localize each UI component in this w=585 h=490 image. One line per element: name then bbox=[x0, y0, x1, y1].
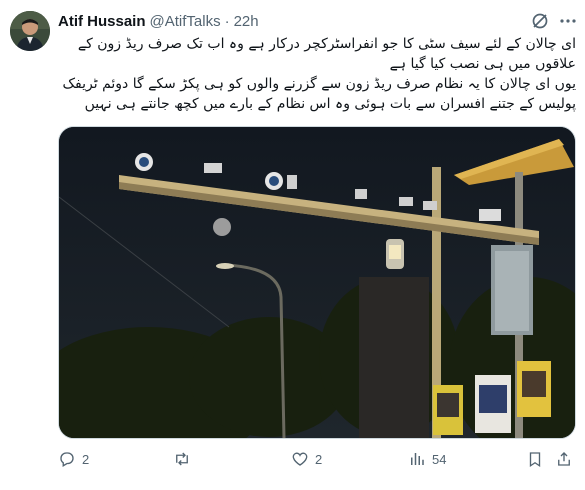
more-icon[interactable] bbox=[558, 11, 578, 31]
author-name[interactable]: Atif Hussain bbox=[58, 13, 146, 30]
tweet-text-line: پولیس کے جتنے افسران سے بات ہوئی وہ اس ن… bbox=[84, 96, 576, 112]
tweet-header: Atif Hussain @AtifTalks · 22h bbox=[58, 10, 259, 32]
retweet-button[interactable] bbox=[173, 446, 197, 472]
author-handle[interactable]: @AtifTalks bbox=[150, 13, 221, 30]
tweet-time[interactable]: 22h bbox=[234, 13, 259, 30]
tweet-text-line: ای چالان کے لئے سیف سٹی کا جو انفراسٹرکچ… bbox=[77, 36, 576, 52]
heart-icon bbox=[292, 452, 308, 466]
reply-button[interactable]: 2 bbox=[58, 446, 89, 472]
bookmark-button[interactable] bbox=[526, 446, 544, 472]
tweet[interactable]: Atif Hussain @AtifTalks · 22h ای چالان ک… bbox=[0, 0, 585, 490]
views-icon bbox=[411, 453, 424, 465]
share-icon bbox=[558, 452, 570, 466]
separator-dot: · bbox=[224, 12, 230, 30]
tweet-text: ای چالان کے لئے سیف سٹی کا جو انفراسٹرکچ… bbox=[58, 34, 577, 114]
grok-icon[interactable] bbox=[531, 12, 549, 30]
tweet-photo[interactable] bbox=[58, 126, 576, 439]
views-count: 54 bbox=[432, 451, 447, 467]
tweet-text-line: یوں ای چالان کا یہ نظام صرف ریڈ زون سے گ… bbox=[62, 76, 577, 92]
share-button[interactable] bbox=[555, 446, 573, 472]
bookmark-icon bbox=[529, 452, 541, 468]
avatar[interactable] bbox=[10, 11, 50, 51]
like-count: 2 bbox=[315, 451, 323, 467]
retweet-icon bbox=[176, 452, 188, 466]
reply-count: 2 bbox=[82, 451, 90, 467]
reply-icon bbox=[60, 452, 74, 467]
views-button[interactable]: 54 bbox=[408, 446, 446, 472]
tweet-actions: 2 2 54 bbox=[58, 446, 578, 472]
tweet-text-line: علاقوں میں ہی نصب کیا گیا ہے bbox=[389, 56, 576, 72]
like-button[interactable]: 2 bbox=[291, 446, 322, 472]
